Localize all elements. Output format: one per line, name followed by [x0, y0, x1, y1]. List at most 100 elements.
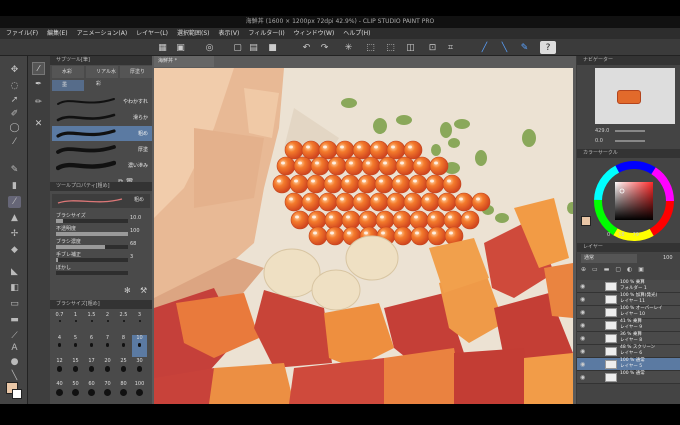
visibility-eye-icon[interactable]: ◉ [580, 296, 585, 303]
layer-row[interactable]: ◉ 100 % 通常 レイヤー 5 [577, 358, 680, 371]
tab-real-watercolor[interactable]: リアル水彩 [86, 66, 118, 87]
square-icon[interactable]: ■ [266, 41, 279, 54]
sub-color-swatch[interactable] [12, 389, 22, 399]
undo-icon[interactable]: ↶ [300, 41, 313, 54]
brush-size-cell[interactable]: 50 [68, 381, 83, 403]
help-icon[interactable]: ? [540, 41, 556, 54]
menu-item-8[interactable]: ヘルプ(H) [343, 28, 370, 39]
layer-row[interactable]: ◉ 100 % 通常 [577, 371, 680, 384]
property-value[interactable]: 100 [130, 228, 140, 234]
menu-item-5[interactable]: 表示(V) [219, 28, 240, 39]
zoom-slider[interactable] [614, 129, 645, 132]
frame-icon[interactable]: ▬ [8, 314, 21, 326]
layer-row[interactable]: ◉ 100 % 加算(発光) レイヤー 11 [577, 293, 680, 306]
property-value[interactable]: 10.0 [130, 215, 141, 221]
canvas-tab[interactable]: 海鮮丼 * [154, 56, 214, 67]
brush-size-cell[interactable]: 17 [84, 358, 99, 380]
invert-icon[interactable]: ◫ [404, 41, 417, 54]
correct-line-icon[interactable]: ╲ [8, 370, 21, 382]
brush-size-cell[interactable]: 1 [68, 312, 83, 334]
menu-item-0[interactable]: ファイル(F) [6, 28, 38, 39]
visibility-eye-icon[interactable]: ◉ [580, 374, 585, 381]
property-value[interactable]: 3 [130, 254, 133, 260]
fill-icon[interactable]: ◣ [8, 266, 21, 278]
drawing-canvas[interactable] [154, 68, 573, 404]
pen-pressure-icon[interactable]: ✎ [518, 41, 531, 54]
ruler-icon[interactable]: ╱ [478, 41, 491, 54]
vector-icon[interactable]: ╲ [498, 41, 511, 54]
brush-item[interactable]: やわかすれ [52, 94, 152, 109]
layer-opacity[interactable]: 100 [663, 254, 673, 263]
brush-size-cell[interactable]: 2.5 [116, 312, 131, 334]
brush-size-cell[interactable]: 2 [100, 312, 115, 334]
brush-size-cell[interactable]: 7 [100, 335, 115, 357]
blend-mode-select[interactable]: 通常 [581, 254, 637, 263]
select-all-icon[interactable]: ⬚ [364, 41, 377, 54]
brush-icon[interactable]: ⁄ [8, 196, 21, 208]
brush-item[interactable]: 濃い滲み [52, 158, 152, 173]
brush-size-cell[interactable]: 30 [132, 358, 147, 380]
zoom-value[interactable]: 429.0 [595, 128, 609, 134]
balloon-icon[interactable]: ● [8, 356, 21, 368]
wrench-icon[interactable]: ⚒ [140, 286, 147, 295]
visibility-eye-icon[interactable]: ◉ [580, 335, 585, 342]
redo-icon[interactable]: ↷ [318, 41, 331, 54]
rotation-value[interactable]: 0.0 [595, 138, 603, 144]
brush-size-cell[interactable]: 100 [132, 381, 147, 403]
property-slider[interactable] [56, 232, 128, 236]
brush-size-cell[interactable]: 6 [84, 335, 99, 357]
eyedropper-icon[interactable]: ⁄ [8, 136, 21, 148]
layer-row[interactable]: ◉ 41 % 乗算 レイヤー 9 [577, 319, 680, 332]
visibility-eye-icon[interactable]: ◉ [580, 283, 585, 290]
visibility-eye-icon[interactable]: ◉ [580, 361, 585, 368]
navigator-preview[interactable] [595, 68, 675, 124]
ruler-tool-icon[interactable]: ⟋ [8, 330, 21, 342]
deselect-icon[interactable]: ⬚ [384, 41, 397, 54]
layer-row[interactable]: ◉ 36 % 乗算 レイヤー 8 [577, 332, 680, 345]
layer-row[interactable]: ◉ 100 % 乗算 フォルダー 1 [577, 280, 680, 293]
brush-size-cell[interactable]: 8 [116, 335, 131, 357]
gradient-icon[interactable]: ◧ [8, 282, 21, 294]
visibility-eye-icon[interactable]: ◉ [580, 348, 585, 355]
brush-size-cell[interactable]: 10 [132, 335, 147, 357]
operation-icon[interactable]: ➚ [8, 94, 21, 106]
brush-size-cell[interactable]: 3 [132, 312, 147, 334]
brush-size-cell[interactable]: 12 [52, 358, 67, 380]
transform-icon[interactable]: ⌗ [444, 41, 457, 54]
move-icon[interactable]: ✥ [8, 64, 21, 76]
layer-row[interactable]: ◉ 48 % スクリーン レイヤー 6 [577, 345, 680, 358]
camera-icon[interactable]: ▣ [174, 41, 187, 54]
brush-size-cell[interactable]: 4 [52, 335, 67, 357]
blend-icon[interactable]: ✢ [8, 228, 21, 240]
lock-icon[interactable]: ▢ [615, 266, 621, 276]
trash-icon[interactable]: ▣ [638, 266, 644, 276]
layer-row[interactable]: ◉ 100 % オーバーレイ レイヤー 10 [577, 306, 680, 319]
brush-tool-icon[interactable]: ⁄ [32, 62, 45, 75]
pencil-icon[interactable]: ✎ [8, 164, 21, 176]
visibility-eye-icon[interactable]: ◉ [580, 322, 585, 329]
sparkle-icon[interactable]: ✳ [342, 41, 355, 54]
pen-tool-icon[interactable]: ✒ [32, 78, 45, 91]
spiral-icon[interactable]: ◎ [203, 41, 216, 54]
property-slider[interactable] [56, 271, 128, 275]
airbrush-icon[interactable]: ▲ [8, 212, 21, 224]
settings-icon[interactable]: ✻ [124, 286, 131, 295]
property-slider[interactable] [56, 258, 128, 262]
rotation-slider[interactable] [614, 139, 645, 142]
close-icon[interactable]: ✕ [32, 118, 45, 131]
pen-icon[interactable]: ✐ [8, 108, 21, 120]
tab-watercolor[interactable]: 水彩 [52, 66, 84, 78]
brush-size-cell[interactable]: 40 [52, 381, 67, 403]
crop-icon[interactable]: ⊡ [426, 41, 439, 54]
brush-size-cell[interactable]: 25 [116, 358, 131, 380]
zoom-icon[interactable]: ◌ [8, 80, 21, 92]
brush-size-cell[interactable]: 1.5 [84, 312, 99, 334]
brush-item[interactable]: 粗め [52, 126, 152, 141]
save-icon[interactable]: ▤ [247, 41, 260, 54]
current-color-swatch[interactable] [581, 216, 591, 226]
shape-icon[interactable]: ▭ [8, 298, 21, 310]
property-slider[interactable] [56, 245, 128, 249]
text-icon[interactable]: A [8, 342, 21, 354]
marker-icon[interactable]: ▮ [8, 180, 21, 192]
eraser-icon[interactable]: ◆ [8, 244, 21, 256]
